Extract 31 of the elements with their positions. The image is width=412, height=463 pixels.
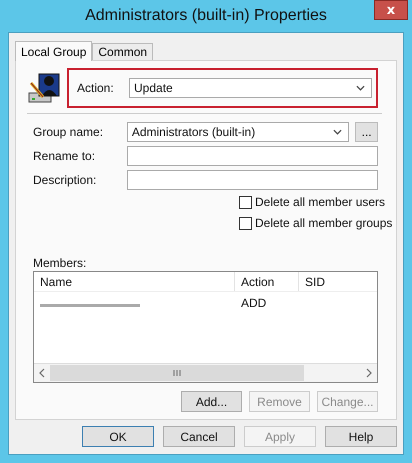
action-dropdown[interactable]: Update xyxy=(129,78,372,98)
column-header[interactable]: Name xyxy=(34,272,235,291)
field-label: Group name: xyxy=(33,125,104,139)
member-button[interactable]: Add... xyxy=(181,391,242,412)
scrollbar-thumb[interactable] xyxy=(50,365,304,381)
column-header[interactable]: SID xyxy=(299,272,377,291)
browse-button[interactable]: ... xyxy=(355,122,378,142)
checkbox-label: Delete all member users xyxy=(255,195,386,209)
window-title: Administrators (built-in) Properties xyxy=(85,7,327,25)
checkbox-label: Delete all member groups xyxy=(255,216,392,230)
field-label: Description: xyxy=(33,173,98,187)
chevron-down-icon xyxy=(356,85,365,91)
tab[interactable]: Local Group xyxy=(15,41,92,61)
dialog-button[interactable]: Help xyxy=(325,426,397,447)
members-label: Members: xyxy=(33,256,88,270)
computer-user-icon xyxy=(27,71,61,105)
close-button[interactable]: x xyxy=(374,0,408,20)
checkbox[interactable] xyxy=(239,216,252,230)
chevron-down-icon xyxy=(333,129,342,135)
checkbox[interactable] xyxy=(239,196,252,208)
field-label: Rename to: xyxy=(33,149,96,163)
action-label: Action: xyxy=(77,81,115,95)
text-field[interactable] xyxy=(127,146,378,166)
group-name-dropdown[interactable]: Administrators (built-in) xyxy=(126,122,350,142)
dialog-button[interactable]: Cancel xyxy=(163,426,235,447)
tab[interactable]: Common xyxy=(92,43,154,60)
text-field[interactable] xyxy=(127,170,378,190)
table-cell-text: ADD xyxy=(240,296,268,310)
column-header[interactable]: Action xyxy=(235,272,299,291)
dialog-button[interactable]: OK xyxy=(82,426,154,447)
horizontal-scrollbar[interactable] xyxy=(34,363,377,382)
